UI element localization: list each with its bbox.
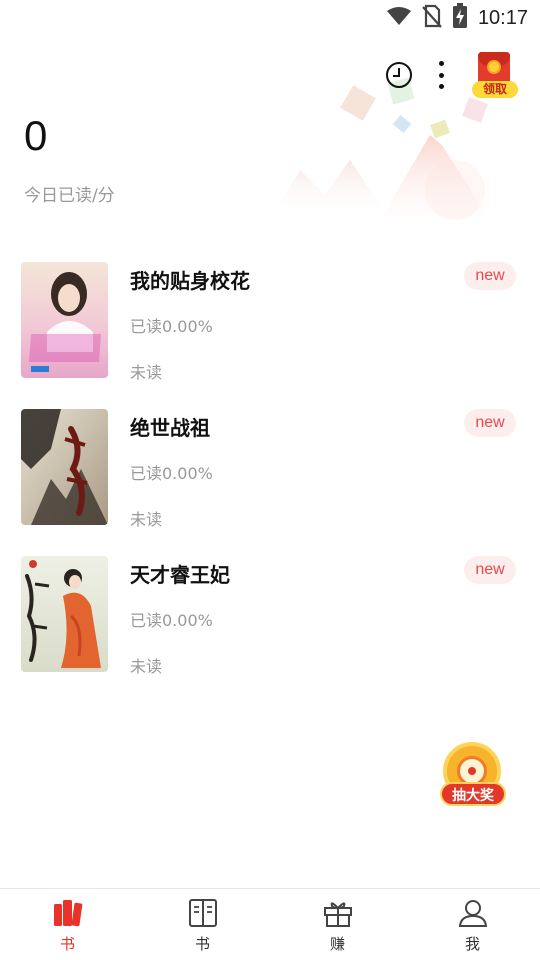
history-clock-icon[interactable] [384, 60, 414, 90]
book-status: 未读 [130, 363, 163, 382]
book-cover[interactable] [21, 409, 108, 525]
book-item[interactable]: 我的贴身校花 已读0.00% 未读 new [0, 262, 540, 409]
tab-bookstore[interactable]: 书 [135, 889, 270, 960]
tab-label: 书 [194, 935, 210, 953]
book-progress: 已读0.00% [130, 611, 213, 630]
open-book-icon [187, 897, 219, 929]
user-icon [457, 897, 489, 929]
book-progress: 已读0.00% [130, 317, 213, 336]
new-badge: new [464, 409, 516, 437]
new-badge: new [464, 262, 516, 290]
red-packet-label: 领取 [472, 81, 518, 98]
tab-label: 赚 [329, 935, 345, 953]
tab-me[interactable]: 我 [405, 889, 540, 960]
more-dot [438, 61, 444, 66]
book-cover[interactable] [21, 262, 108, 378]
more-vertical-icon[interactable] [436, 58, 446, 92]
battery-charging-icon [452, 3, 468, 33]
tab-bookshelf[interactable]: 书 [0, 889, 135, 960]
book-title: 绝世战祖 [130, 416, 210, 440]
tab-label: 我 [464, 935, 480, 953]
red-packet-button[interactable]: 领取 [472, 52, 518, 98]
lottery-wheel-core [468, 767, 476, 775]
book-item[interactable]: 绝世战祖 已读0.00% 未读 new [0, 409, 540, 556]
book-status: 未读 [130, 510, 163, 529]
book-status: 未读 [130, 657, 163, 676]
today-read-minutes: 0 [24, 112, 48, 159]
today-read-label: 今日已读/分 [24, 186, 115, 206]
no-sim-icon [422, 4, 442, 32]
tab-label: 书 [59, 935, 75, 953]
tab-earn[interactable]: 赚 [270, 889, 405, 960]
status-icons: 10:17 [386, 3, 528, 33]
bookshelf-list: 我的贴身校花 已读0.00% 未读 new 绝世战祖 已读0.00% 未读 ne… [0, 262, 540, 703]
book-item[interactable]: 天才睿王妃 已读0.00% 未读 new [0, 556, 540, 703]
status-time: 10:17 [477, 6, 528, 29]
book-title: 我的贴身校花 [130, 269, 250, 293]
bookshelf-icon [52, 897, 84, 929]
wifi-icon [386, 6, 412, 30]
more-dot [438, 72, 444, 78]
book-progress: 已读0.00% [130, 464, 213, 483]
coin-icon [487, 60, 501, 74]
header-actions: 领取 [384, 52, 518, 98]
status-bar: 10:17 [0, 0, 540, 36]
more-dot [438, 84, 444, 89]
new-badge: new [464, 556, 516, 584]
bottom-tab-bar: 书 书 赚 我 [0, 888, 540, 960]
gift-icon [322, 897, 354, 929]
book-cover[interactable] [21, 556, 108, 672]
lottery-label: 抽大奖 [440, 782, 506, 806]
book-title: 天才睿王妃 [130, 563, 230, 587]
lottery-button[interactable]: 抽大奖 [438, 740, 508, 810]
